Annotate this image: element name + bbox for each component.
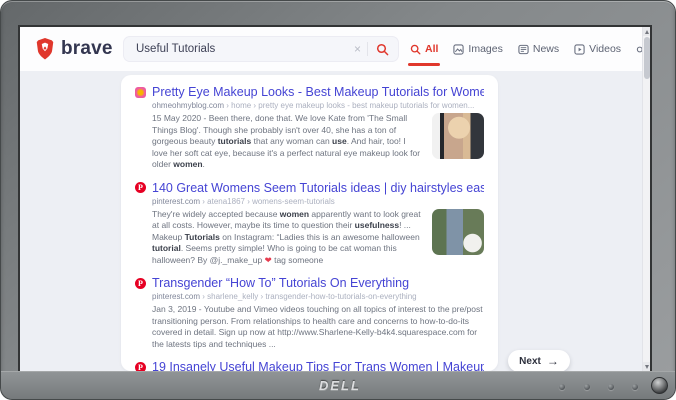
tab-label: News bbox=[533, 43, 559, 55]
search-submit-icon[interactable] bbox=[368, 43, 398, 56]
result-title[interactable]: 140 Great Womens Seem Tutorials ideas | … bbox=[152, 181, 484, 195]
snippet-bold-text: women bbox=[280, 209, 309, 219]
brave-logo-text: brave bbox=[61, 38, 113, 60]
clear-icon[interactable]: × bbox=[348, 43, 367, 55]
search-result: Pretty Eye Makeup Looks - Best Makeup Tu… bbox=[135, 85, 484, 171]
monitor-bottom-bezel: DELL bbox=[1, 371, 675, 399]
snippet-bold-text: use bbox=[332, 136, 347, 146]
snippet-bold-text: Tutorials bbox=[185, 232, 220, 242]
result-path: › home › pretty eye makeup looks - best … bbox=[226, 101, 474, 110]
tab-news[interactable]: News bbox=[518, 27, 559, 71]
result-header: Transgender “How To” Tutorials On Everyt… bbox=[135, 276, 484, 290]
result-breadcrumb: pinterest.com › sharlene_kelly › transge… bbox=[152, 292, 484, 301]
arrow-right-icon: → bbox=[547, 355, 559, 367]
tab-videos[interactable]: Videos bbox=[574, 27, 621, 71]
snippet-text: . bbox=[203, 159, 205, 169]
pinterest-icon bbox=[135, 362, 146, 372]
result-path: › atena1867 › womens-seem-tutorials bbox=[202, 197, 335, 206]
next-label: Next bbox=[519, 356, 541, 367]
browser-header: brave × All bbox=[20, 27, 650, 71]
tab-label: All bbox=[425, 43, 438, 55]
result-header: 19 Insanely Useful Makeup Tips For Trans… bbox=[135, 360, 484, 371]
scrollbar-thumb[interactable] bbox=[644, 37, 650, 79]
image-icon bbox=[453, 44, 464, 55]
result-breadcrumb: ohmeohmyblog.com › home › pretty eye mak… bbox=[152, 101, 484, 110]
result-header: 140 Great Womens Seem Tutorials ideas | … bbox=[135, 181, 484, 195]
video-icon bbox=[574, 44, 585, 55]
news-icon bbox=[518, 44, 529, 55]
result-domain: pinterest.com bbox=[152, 292, 200, 301]
snippet-text: They're widely accepted because bbox=[152, 209, 280, 219]
result-header: Pretty Eye Makeup Looks - Best Makeup Tu… bbox=[135, 85, 484, 99]
monitor-button-4[interactable] bbox=[632, 384, 638, 390]
scroll-down-button[interactable] bbox=[643, 362, 651, 371]
monitor-button-3[interactable] bbox=[608, 384, 614, 390]
pinterest-icon bbox=[135, 182, 146, 193]
monitor-button-2[interactable] bbox=[584, 384, 590, 390]
monitor-button-1[interactable] bbox=[559, 384, 565, 390]
dell-logo: DELL bbox=[319, 378, 361, 393]
tab-images[interactable]: Images bbox=[453, 27, 502, 71]
snippet-bold-text: usefulness bbox=[355, 220, 399, 230]
search-input[interactable] bbox=[124, 43, 348, 55]
screen: brave × All bbox=[18, 25, 652, 373]
tab-all[interactable]: All bbox=[410, 27, 438, 71]
result-domain: ohmeohmyblog.com bbox=[152, 101, 224, 110]
next-page-button[interactable]: Next → bbox=[508, 350, 570, 372]
snippet-text: Jan 3, 2019 - Youtube and Vimeo videos t… bbox=[152, 304, 483, 349]
result-domain: pinterest.com bbox=[152, 197, 200, 206]
snippet-bold-text: tutorial bbox=[152, 243, 181, 253]
result-title[interactable]: Pretty Eye Makeup Looks - Best Makeup Tu… bbox=[152, 85, 484, 99]
snippet-text: that any woman can bbox=[251, 136, 332, 146]
result-snippet: 15 May 2020 - Been there, done that. We … bbox=[152, 113, 422, 171]
result-snippet: Jan 3, 2019 - Youtube and Vimeo videos t… bbox=[152, 304, 484, 350]
pinterest-icon bbox=[135, 278, 146, 289]
snippet-bold-text: tutorials bbox=[218, 136, 252, 146]
snippet-text: on Instagram: “Ladies this is an awesome… bbox=[220, 232, 420, 242]
result-thumbnail[interactable] bbox=[432, 113, 484, 159]
search-icon bbox=[410, 44, 421, 55]
result-body: 15 May 2020 - Been there, done that. We … bbox=[152, 113, 484, 171]
brave-logo[interactable]: brave bbox=[34, 37, 113, 61]
tab-label: Images bbox=[468, 43, 502, 55]
tab-label: Videos bbox=[589, 43, 621, 55]
search-result: 19 Insanely Useful Makeup Tips For Trans… bbox=[135, 360, 484, 371]
search-result: Transgender “How To” Tutorials On Everyt… bbox=[135, 276, 484, 350]
search-result: 140 Great Womens Seem Tutorials ideas | … bbox=[135, 181, 484, 267]
monitor-power-button[interactable] bbox=[651, 377, 668, 394]
result-thumbnail[interactable] bbox=[432, 209, 484, 255]
snippet-bold-text: women bbox=[173, 159, 202, 169]
search-tabs: All Images News bbox=[410, 27, 652, 71]
monitor-frame: brave × All bbox=[0, 0, 676, 400]
results-area: Pretty Eye Makeup Looks - Best Makeup Tu… bbox=[20, 71, 650, 373]
result-title[interactable]: 19 Insanely Useful Makeup Tips For Trans… bbox=[152, 360, 484, 371]
heart-icon: ❤ bbox=[265, 255, 272, 265]
result-body: They're widely accepted because women ap… bbox=[152, 209, 484, 267]
snippet-text: tag someone bbox=[272, 255, 324, 265]
search-box[interactable]: × bbox=[123, 36, 399, 62]
flower-icon bbox=[135, 87, 146, 98]
result-path: › sharlene_kelly › transgender-how-to-tu… bbox=[202, 292, 416, 301]
result-breadcrumb: pinterest.com › atena1867 › womens-seem-… bbox=[152, 197, 484, 206]
scroll-up-button[interactable] bbox=[643, 27, 651, 36]
result-body: Jan 3, 2019 - Youtube and Vimeo videos t… bbox=[152, 304, 484, 350]
brave-shield-icon bbox=[34, 37, 56, 61]
results-card: Pretty Eye Makeup Looks - Best Makeup Tu… bbox=[121, 75, 498, 371]
result-snippet: They're widely accepted because women ap… bbox=[152, 209, 422, 267]
triangle-up-icon bbox=[645, 30, 649, 34]
result-title[interactable]: Transgender “How To” Tutorials On Everyt… bbox=[152, 276, 409, 290]
results-list: Pretty Eye Makeup Looks - Best Makeup Tu… bbox=[135, 85, 484, 371]
triangle-down-icon bbox=[645, 365, 649, 369]
scrollbar[interactable] bbox=[642, 27, 650, 371]
